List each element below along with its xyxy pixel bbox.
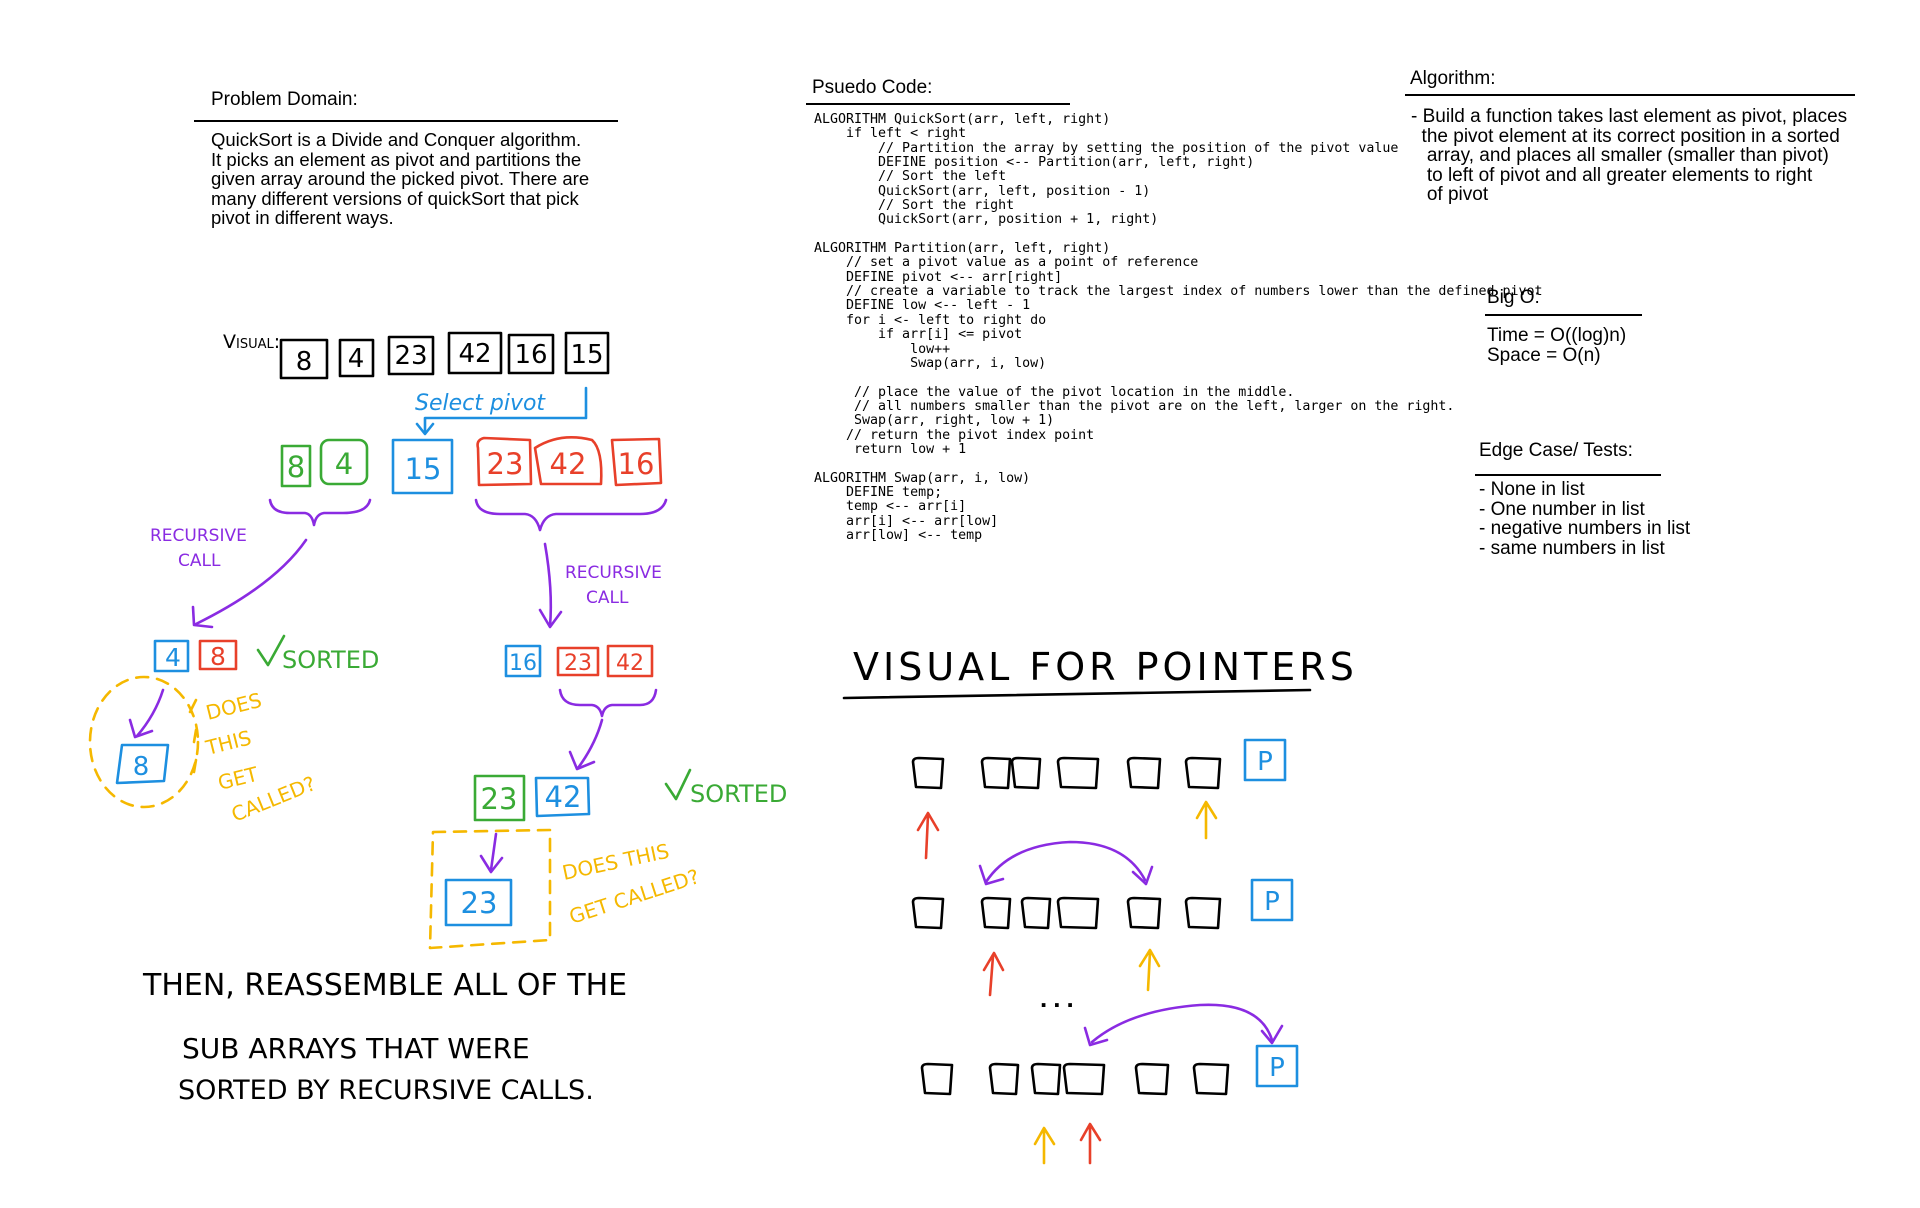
visual-label: Visual: (223, 331, 280, 353)
swap-arc (1083, 1003, 1284, 1047)
pointers-title: VISUAL FOR POINTERS (853, 645, 1358, 689)
pivot-value: 15 (405, 452, 442, 486)
right-result-value: 16 (509, 651, 537, 676)
ellipsis: ... (1040, 983, 1080, 1013)
array-value: 16 (514, 340, 547, 370)
pointers-title-underline (842, 688, 1312, 700)
note-word: THIS (202, 725, 253, 760)
pointer-cell-box (988, 1062, 1020, 1096)
sub-call-arrow (568, 718, 604, 771)
right-partition-value: 42 (550, 447, 587, 481)
sub-call-arrow (479, 832, 504, 874)
reassemble-line: SORTED BY RECURSIVE CALLS. (178, 1075, 594, 1106)
sub-call-arrow (128, 688, 165, 739)
does-this-get-called-note: DOES THIS GET CALLED? (560, 839, 702, 929)
pointer-cell-box (1062, 1062, 1106, 1096)
right-result-value: 23 (564, 651, 592, 676)
note-word: DOES (203, 688, 264, 725)
right-sub-value: 23 (481, 782, 518, 816)
pointer-cell-box (911, 896, 945, 930)
array-value: 4 (348, 344, 365, 374)
recursive-call-label-right: RECURSIVE (565, 563, 662, 583)
quicksort-sketch: Visual: 8 4 23 42 16 15 Select pivot 8 4… (88, 331, 1358, 1165)
pointer-cell-box (1010, 756, 1042, 790)
sorted-label-right: SORTED (690, 780, 787, 808)
array-value: 23 (394, 341, 427, 371)
pointer-cell-box (920, 1062, 954, 1096)
reassemble-line: SUB ARRAYS THAT WERE (182, 1032, 530, 1065)
pointer-cell-box (1020, 896, 1052, 930)
right-sub-result-value: 23 (461, 886, 498, 920)
right-partition-value: 16 (618, 447, 655, 481)
note-word: GET (215, 762, 261, 795)
pointer-cell-box (911, 756, 945, 790)
pointer-cell-box (1192, 1062, 1230, 1096)
left-result-value: 4 (165, 643, 181, 672)
partition-braces (268, 498, 668, 532)
pointer-arrows-row-1 (916, 800, 1218, 860)
sorted-label-left: SORTED (282, 646, 379, 674)
pointer-cell-box (980, 756, 1012, 790)
reassemble-line: THEN, REASSEMBLE ALL OF THE (142, 968, 627, 1003)
right-partition-value: 23 (487, 447, 524, 481)
pointer-cell-box (1184, 896, 1222, 930)
note-dash (188, 698, 198, 774)
does-this-get-called-region (88, 675, 200, 809)
pivot-pointer-label: P (1264, 887, 1280, 917)
does-this-get-called-note: DOES THIS GET CALLED? (202, 688, 319, 827)
array-value: 42 (458, 339, 491, 369)
pointer-arrows-row-3 (1033, 1122, 1102, 1165)
reassemble-note: THEN, REASSEMBLE ALL OF THE SUB ARRAYS T… (142, 968, 627, 1106)
recursive-call-label-left: CALL (178, 551, 221, 571)
initial-array (279, 331, 610, 380)
left-sub-value: 8 (133, 752, 150, 782)
pointer-cell-box (1030, 1062, 1062, 1096)
recursive-call-label-left: RECURSIVE (150, 526, 247, 546)
right-result-value: 42 (616, 651, 644, 676)
right-sub-value: 42 (545, 780, 582, 814)
pointer-cell-box (1126, 756, 1162, 790)
pointer-cell-box (1184, 756, 1222, 790)
select-pivot-label: Select pivot (415, 391, 546, 416)
pointer-cell-box (980, 896, 1012, 930)
pivot-pointer-label: P (1257, 747, 1273, 777)
check-icon (256, 634, 286, 667)
right-result-brace (558, 688, 658, 718)
pivot-pointer-label: P (1269, 1053, 1285, 1083)
pointer-cell-box (1056, 756, 1100, 790)
array-value: 8 (296, 347, 313, 377)
pointer-cell-box (1134, 1062, 1170, 1096)
pointer-cell-box (1126, 896, 1162, 930)
array-value: 15 (570, 340, 603, 370)
left-partition-value: 8 (287, 450, 305, 484)
left-partition-value: 4 (335, 447, 353, 481)
recursive-call-label-right: CALL (586, 588, 629, 608)
left-result-value: 8 (210, 642, 226, 671)
swap-arc (978, 840, 1154, 886)
recursive-call-arrow (191, 538, 563, 629)
pointer-cell-box (1056, 896, 1100, 930)
check-icon (664, 768, 692, 801)
